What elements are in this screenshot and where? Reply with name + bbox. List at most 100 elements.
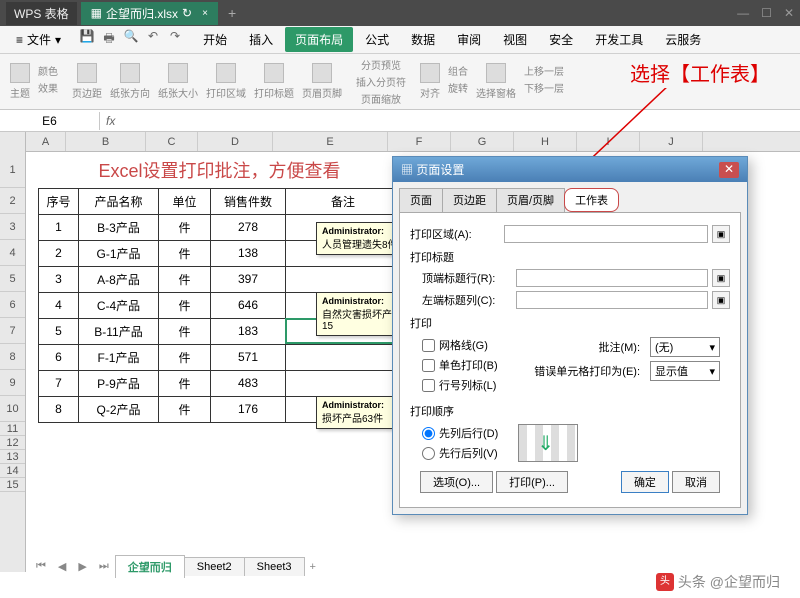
chevron-down-icon: ▾	[55, 33, 61, 47]
file-menu[interactable]: ≡ 文件 ▾	[8, 28, 69, 51]
sheet-nav-next[interactable]: ▶	[72, 560, 92, 573]
menu-start[interactable]: 开始	[193, 27, 237, 52]
tab-margins[interactable]: 页边距	[442, 188, 497, 212]
ribbon-selection-pane[interactable]: 选择窗格	[476, 63, 516, 100]
fx-label[interactable]: fx	[100, 114, 121, 128]
sheet-tab[interactable]: Sheet2	[184, 557, 245, 576]
row-1[interactable]: 1	[0, 152, 25, 188]
col-G[interactable]: G	[451, 132, 514, 151]
sheet-tab-active[interactable]: 企望而归	[115, 555, 185, 578]
dialog-body: 打印区域(A):▣ 打印标题 顶端标题行(R):▣ 左端标题列(C):▣ 打印 …	[399, 212, 741, 508]
sheet-nav-prev[interactable]: ◀	[52, 560, 72, 573]
tab-header-footer[interactable]: 页眉/页脚	[496, 188, 565, 212]
sheet-nav-last[interactable]: ⏭	[93, 560, 115, 573]
range-picker-icon[interactable]: ▣	[712, 225, 730, 243]
errors-select[interactable]: 显示值▾	[650, 361, 720, 381]
row-11[interactable]: 11	[0, 422, 25, 436]
row-8[interactable]: 8	[0, 344, 25, 370]
new-tab-button[interactable]: +	[228, 5, 236, 21]
print-icon[interactable]: 🖶	[101, 29, 117, 50]
ribbon-print-area[interactable]: 打印区域	[206, 63, 246, 100]
row-12[interactable]: 12	[0, 436, 25, 450]
name-box[interactable]: E6	[0, 112, 100, 130]
col-D[interactable]: D	[198, 132, 273, 151]
ribbon-header-footer[interactable]: 页眉页脚	[302, 63, 342, 100]
maximize-icon[interactable]: ☐	[761, 6, 772, 20]
table-title: Excel设置打印批注，方便查看	[39, 152, 401, 188]
row-6[interactable]: 6	[0, 292, 25, 318]
rowcol-checkbox[interactable]	[422, 379, 435, 392]
sheet-tab[interactable]: Sheet3	[244, 557, 305, 576]
ribbon-colors[interactable]: 颜色效果	[38, 63, 58, 100]
menu-insert[interactable]: 插入	[239, 27, 283, 52]
options-button[interactable]: 选项(O)...	[420, 471, 493, 493]
print-area-input[interactable]	[504, 225, 708, 243]
ribbon-margins[interactable]: 页边距	[72, 63, 102, 100]
formula-bar: E6 fx	[0, 110, 800, 132]
formula-input[interactable]	[121, 113, 800, 128]
close-tab-icon[interactable]: ×	[202, 8, 208, 19]
order-over-radio[interactable]	[422, 447, 435, 460]
col-E[interactable]: E	[273, 132, 388, 151]
file-tab[interactable]: ▦ 企望而归.xlsx ↻ ×	[81, 2, 218, 25]
order-down-radio[interactable]	[422, 427, 435, 440]
ok-button[interactable]: 确定	[621, 471, 669, 493]
top-row-input[interactable]	[516, 269, 708, 287]
col-A[interactable]: A	[26, 132, 66, 151]
tab-page[interactable]: 页面	[399, 188, 443, 212]
preview-icon[interactable]: 🔍	[123, 29, 139, 50]
ribbon-theme[interactable]: 主题	[10, 63, 30, 100]
refresh-icon[interactable]: ↻	[182, 6, 192, 20]
row-headers: 1 2 3 4 5 6 7 8 9 10 11 12 13 14 15	[0, 132, 26, 572]
dialog-titlebar[interactable]: ▦ 页面设置 ✕	[393, 157, 747, 182]
row-2[interactable]: 2	[0, 188, 25, 214]
ribbon-print-titles[interactable]: 打印标题	[254, 63, 294, 100]
ribbon-group[interactable]: 组合旋转	[448, 63, 468, 100]
undo-icon[interactable]: ↶	[145, 29, 161, 50]
print-button[interactable]: 打印(P)...	[496, 471, 568, 493]
row-7[interactable]: 7	[0, 318, 25, 344]
sheet-nav-first[interactable]: ⏮	[30, 560, 52, 573]
menu-review[interactable]: 审阅	[447, 27, 491, 52]
row-14[interactable]: 14	[0, 464, 25, 478]
menu-cloud[interactable]: 云服务	[655, 27, 711, 52]
menu-data[interactable]: 数据	[401, 27, 445, 52]
ribbon-size[interactable]: 纸张大小	[158, 63, 198, 100]
row-5[interactable]: 5	[0, 266, 25, 292]
comments-select[interactable]: (无)▾	[650, 337, 720, 357]
menu-view[interactable]: 视图	[493, 27, 537, 52]
range-picker-icon[interactable]: ▣	[712, 269, 730, 287]
bw-checkbox[interactable]	[422, 359, 435, 372]
row-10[interactable]: 10	[0, 396, 25, 422]
tab-sheet[interactable]: 工作表	[564, 188, 619, 212]
ribbon-layer[interactable]: 上移一层下移一层	[524, 63, 564, 100]
redo-icon[interactable]: ↷	[167, 29, 183, 50]
gridlines-checkbox[interactable]	[422, 339, 435, 352]
save-icon[interactable]: 💾	[79, 29, 95, 50]
ribbon-page-break[interactable]: 分页预览 插入分页符 页面缩放	[356, 57, 406, 106]
col-B[interactable]: B	[66, 132, 146, 151]
dialog-close-button[interactable]: ✕	[719, 162, 739, 178]
add-sheet-button[interactable]: +	[304, 561, 322, 573]
window-controls: — ☐ ✕	[737, 6, 794, 20]
ribbon-orientation[interactable]: 纸张方向	[110, 63, 150, 100]
menu-security[interactable]: 安全	[539, 27, 583, 52]
col-F[interactable]: F	[388, 132, 451, 151]
left-col-input[interactable]	[516, 291, 708, 309]
close-icon[interactable]: ✕	[784, 6, 794, 20]
row-13[interactable]: 13	[0, 450, 25, 464]
row-9[interactable]: 9	[0, 370, 25, 396]
annotation-text: 选择【工作表】	[630, 58, 770, 87]
menu-dev[interactable]: 开发工具	[585, 27, 653, 52]
row-3[interactable]: 3	[0, 214, 25, 240]
row-15[interactable]: 15	[0, 478, 25, 492]
row-4[interactable]: 4	[0, 240, 25, 266]
cancel-button[interactable]: 取消	[672, 471, 720, 493]
minimize-icon[interactable]: —	[737, 6, 749, 20]
menu-formula[interactable]: 公式	[355, 27, 399, 52]
range-picker-icon[interactable]: ▣	[712, 291, 730, 309]
page-setup-dialog: ▦ 页面设置 ✕ 页面 页边距 页眉/页脚 工作表 打印区域(A):▣ 打印标题…	[392, 156, 748, 515]
menu-page-layout[interactable]: 页面布局	[285, 27, 353, 52]
ribbon-align[interactable]: 对齐	[420, 63, 440, 100]
col-C[interactable]: C	[146, 132, 198, 151]
